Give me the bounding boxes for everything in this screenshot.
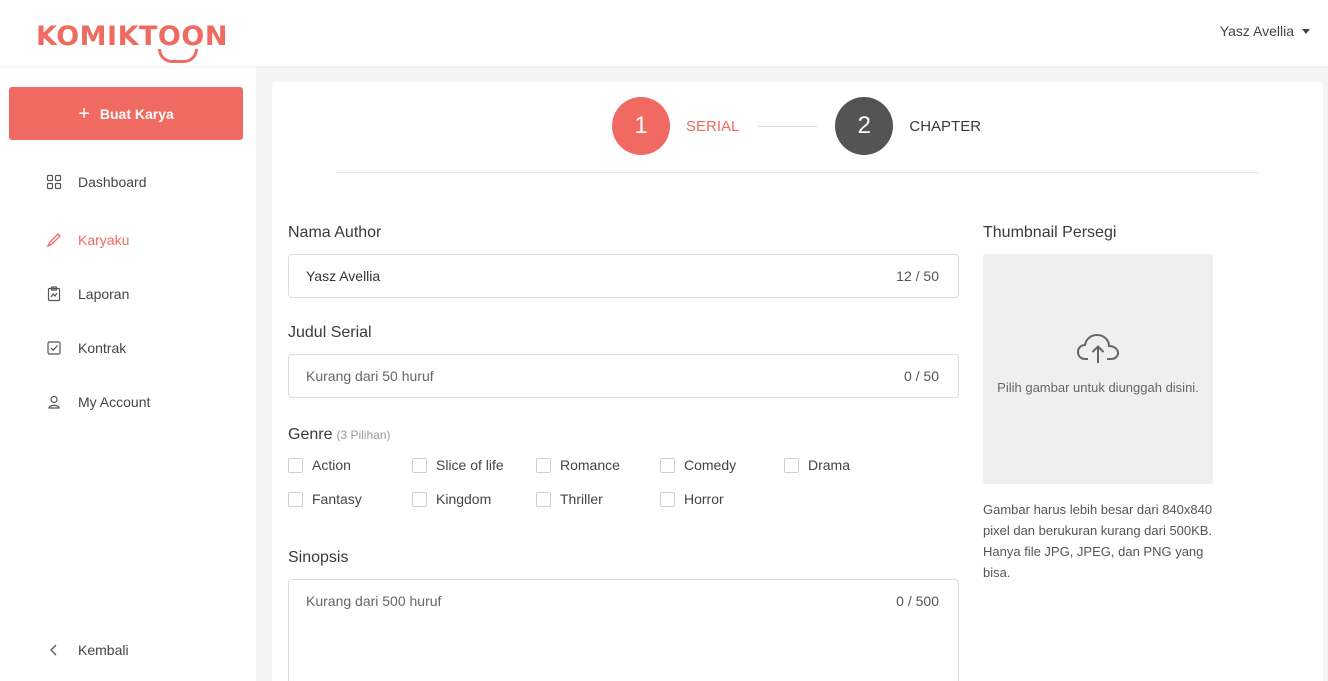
author-label: Nama Author [288, 224, 382, 241]
checkbox[interactable] [288, 491, 303, 507]
checkbox[interactable] [536, 457, 551, 473]
sidebar-item-label: Kontrak [78, 340, 127, 356]
genre-thriller[interactable]: Thriller [536, 491, 603, 507]
stepper: 1 SERIAL 2 CHAPTER [612, 97, 981, 155]
genre-romance[interactable]: Romance [536, 457, 620, 473]
logo-smile [158, 49, 198, 63]
step-2-circle: 2 [835, 97, 894, 155]
synopsis-label: Sinopsis [288, 549, 349, 566]
komiktoon-logo[interactable]: KOMIKTOON [36, 16, 228, 63]
thumbnail-label: Thumbnail Persegi [983, 224, 1117, 241]
genre-comedy[interactable]: Comedy [660, 457, 736, 473]
checkbox[interactable] [784, 457, 799, 473]
genre-fantasy[interactable]: Fantasy [288, 491, 362, 507]
sidebar-item-label: Dashboard [78, 174, 147, 190]
chevron-left-icon [46, 642, 62, 658]
pen-icon [46, 232, 62, 248]
author-field[interactable]: Yasz Avellia 12 / 50 [288, 254, 959, 298]
sidebar-item-label: Laporan [78, 286, 130, 302]
synopsis-placeholder: Kurang dari 500 huruf [306, 593, 442, 609]
divider [336, 172, 1259, 173]
create-series-card: 1 SERIAL 2 CHAPTER Nama Author Yasz Avel… [272, 82, 1323, 681]
checkbox[interactable] [288, 457, 303, 473]
author-counter: 12 / 50 [896, 268, 939, 284]
top-bar: KOMIKTOON Yasz Avellia [0, 0, 1328, 66]
create-work-button[interactable]: + Buat Karya [9, 87, 243, 140]
report-icon [46, 286, 62, 302]
back-link[interactable]: Kembali [46, 642, 129, 658]
genre-horror[interactable]: Horror [660, 491, 724, 507]
genre-slice-of-life[interactable]: Slice of life [412, 457, 504, 473]
grid-icon [46, 174, 62, 190]
step-connector [757, 125, 818, 127]
checkbox[interactable] [536, 491, 551, 507]
genre-action[interactable]: Action [288, 457, 351, 473]
step-1-circle: 1 [612, 97, 670, 155]
sidebar: + Buat Karya Dashboard Karyaku Laporan K… [0, 66, 256, 681]
thumbnail-upload-area[interactable]: Pilih gambar untuk diunggah disini. [983, 254, 1213, 484]
back-label: Kembali [78, 642, 129, 658]
title-label: Judul Serial [288, 324, 372, 341]
sidebar-item-karyaku[interactable]: Karyaku [46, 232, 129, 248]
genre-hint: (3 Pilihan) [336, 428, 391, 442]
genre-kingdom[interactable]: Kingdom [412, 491, 491, 507]
plus-icon: + [78, 102, 90, 125]
checkbox[interactable] [412, 491, 427, 507]
checkbox[interactable] [412, 457, 427, 473]
upload-instruction: Pilih gambar untuk diunggah disini. [997, 379, 1199, 395]
create-work-label: Buat Karya [99, 105, 174, 122]
checkbox[interactable] [660, 457, 675, 473]
title-counter: 0 / 50 [903, 368, 939, 384]
sidebar-item-laporan[interactable]: Laporan [46, 286, 129, 302]
checkbox[interactable] [660, 491, 675, 507]
cloud-upload-icon [1076, 333, 1120, 363]
author-value: Yasz Avellia [306, 268, 381, 284]
genre-label: Genre (3 Pilihan) [288, 426, 391, 443]
genre-drama[interactable]: Drama [784, 457, 850, 473]
checkbox-icon [46, 340, 62, 356]
sidebar-item-dashboard[interactable]: Dashboard [46, 174, 147, 190]
synopsis-field[interactable]: Kurang dari 500 huruf 0 / 500 [288, 579, 959, 681]
sidebar-item-kontrak[interactable]: Kontrak [46, 340, 126, 356]
user-icon [46, 394, 62, 410]
user-name: Yasz Avellia [1219, 23, 1294, 39]
step-2-label: CHAPTER [909, 117, 982, 135]
sidebar-item-label: My Account [78, 394, 151, 410]
sidebar-item-label: Karyaku [78, 232, 130, 248]
synopsis-counter: 0 / 500 [896, 593, 939, 609]
step-1-label: SERIAL [686, 117, 740, 135]
user-menu[interactable]: Yasz Avellia [1220, 23, 1310, 39]
title-field[interactable]: Kurang dari 50 huruf 0 / 50 [288, 354, 959, 398]
logo-text: KOMIKTOON [36, 20, 228, 52]
thumbnail-requirements: Gambar harus lebih besar dari 840x840 pi… [983, 502, 1213, 580]
caret-down-icon [1302, 29, 1310, 34]
title-placeholder: Kurang dari 50 huruf [306, 368, 434, 384]
sidebar-item-my-account[interactable]: My Account [46, 394, 150, 410]
